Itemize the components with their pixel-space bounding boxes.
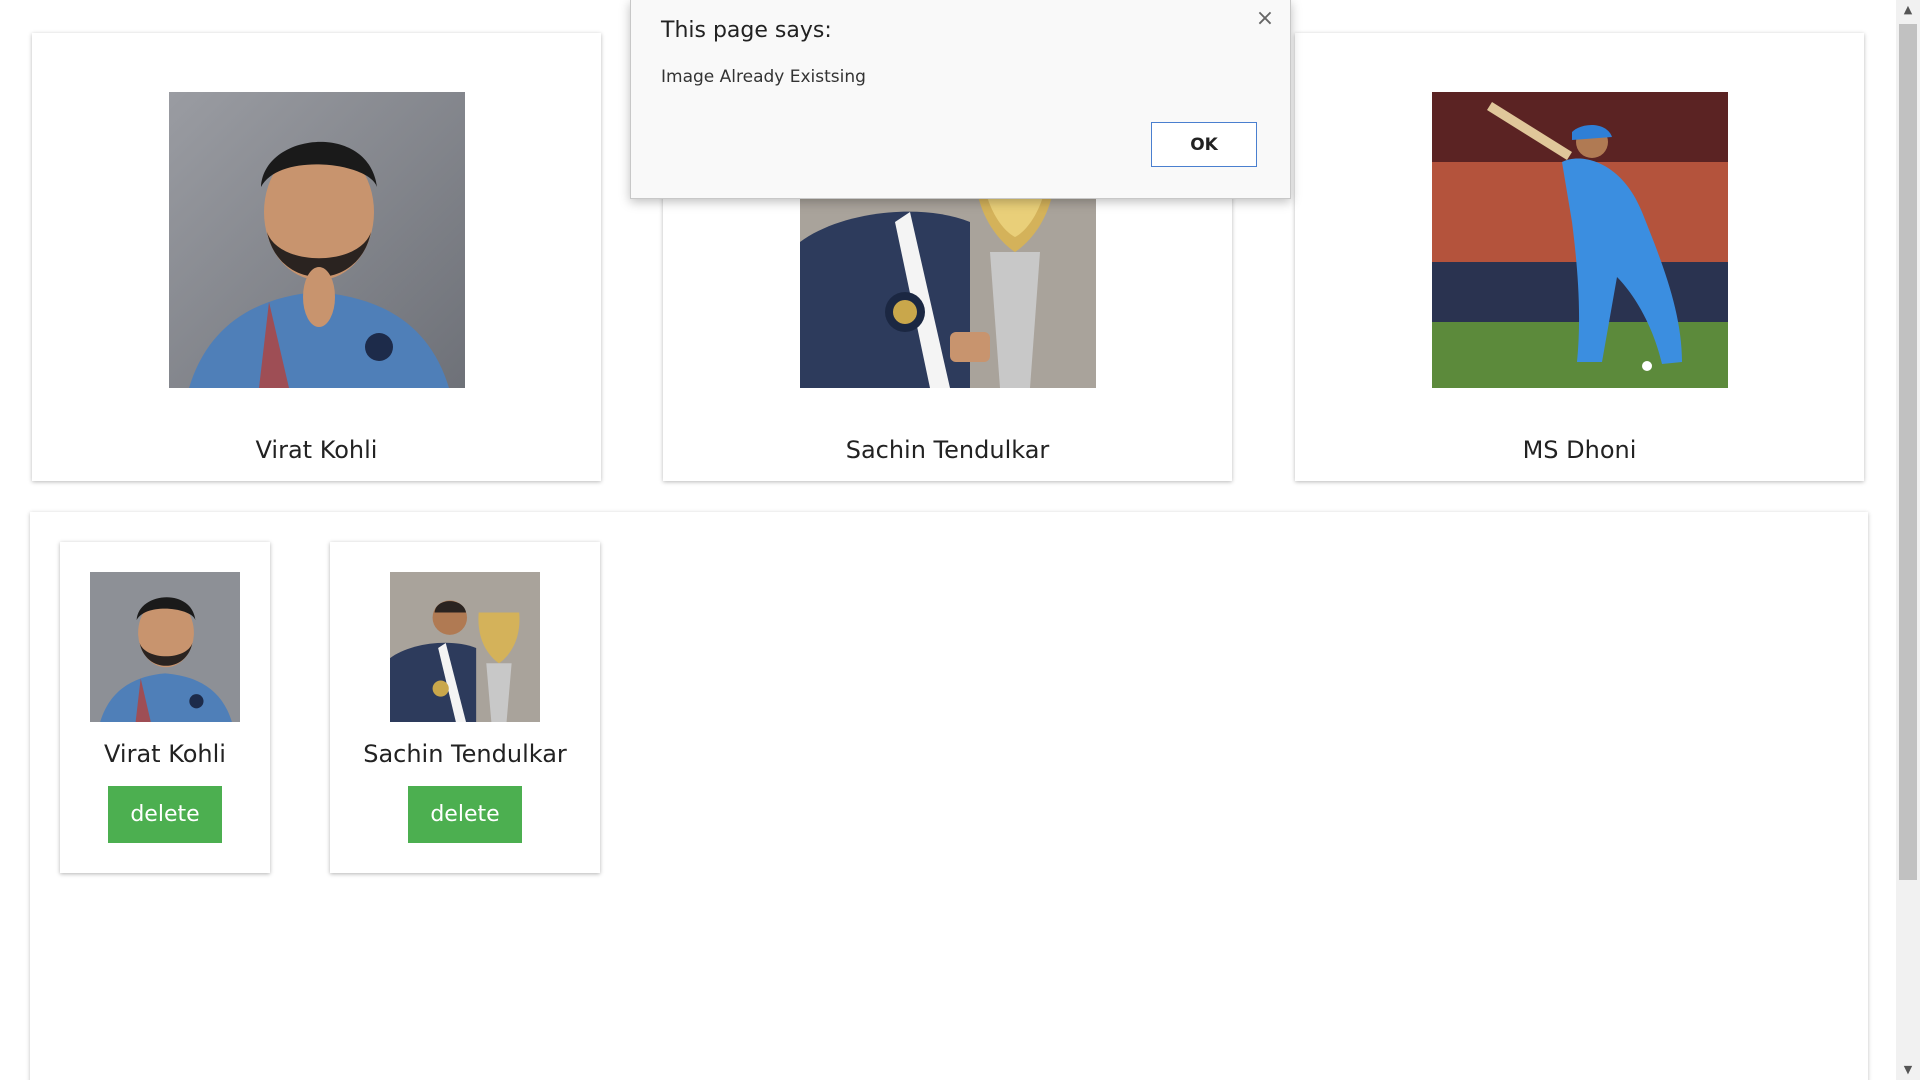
thumbnail-virat-kohli xyxy=(90,572,240,722)
thumbnail-sachin-tendulkar xyxy=(390,572,540,722)
player-photo-virat-kohli[interactable] xyxy=(169,92,465,388)
alert-dialog: This page says: Image Already Existsing … xyxy=(630,0,1291,199)
delete-button[interactable]: delete xyxy=(408,786,522,843)
dialog-message: Image Already Existsing xyxy=(661,67,866,87)
selected-card-sachin-tendulkar: Sachin Tendulkar delete xyxy=(330,542,600,873)
selected-players-panel: Virat Kohli delete Sachin Tendulkar dele… xyxy=(30,512,1868,1080)
close-icon[interactable]: × xyxy=(1252,6,1278,32)
player-name: MS Dhoni xyxy=(1522,436,1637,464)
dialog-title: This page says: xyxy=(661,18,832,43)
gallery-card-ms-dhoni[interactable]: MS Dhoni xyxy=(1295,33,1864,481)
scroll-down-icon[interactable]: ▼ xyxy=(1896,1060,1920,1080)
gallery-card-virat-kohli[interactable]: Virat Kohli xyxy=(32,33,601,481)
selected-card-virat-kohli: Virat Kohli delete xyxy=(60,542,270,873)
scrollbar-thumb[interactable] xyxy=(1899,24,1917,880)
scroll-up-icon[interactable]: ▲ xyxy=(1896,0,1920,20)
player-photo-ms-dhoni[interactable] xyxy=(1432,92,1728,388)
player-name: Virat Kohli xyxy=(255,436,378,464)
delete-button[interactable]: delete xyxy=(108,786,222,843)
selected-player-name: Virat Kohli xyxy=(104,740,226,768)
page: Virat Kohli Sachin Tendulkar MS Dhoni Vi… xyxy=(0,0,1920,1080)
player-name: Sachin Tendulkar xyxy=(845,436,1050,464)
vertical-scrollbar[interactable]: ▲ ▼ xyxy=(1896,0,1920,1080)
selected-player-name: Sachin Tendulkar xyxy=(363,740,567,768)
ok-button[interactable]: OK xyxy=(1151,122,1257,167)
